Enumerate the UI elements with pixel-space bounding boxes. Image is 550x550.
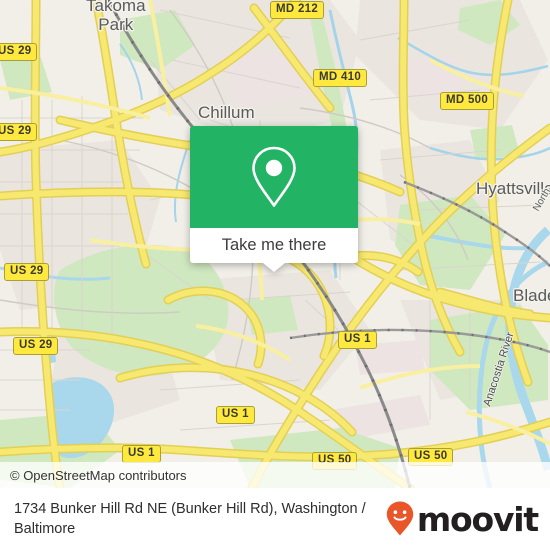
shield-us-1-3: US 1 <box>122 445 161 463</box>
shield-us-1-1: US 1 <box>338 331 377 349</box>
osm-attribution-text[interactable]: © OpenStreetMap contributors <box>0 468 187 483</box>
moovit-smiley-pin-icon <box>386 501 414 536</box>
osm-attribution-bar: © OpenStreetMap contributors <box>0 462 550 488</box>
shield-us-29-2: US 29 <box>0 123 38 141</box>
address-text: 1734 Bunker Hill Rd NE (Bunker Hill Rd),… <box>14 501 366 537</box>
card-action-area[interactable]: Take me there <box>190 228 358 272</box>
take-me-there-card[interactable]: Take me there <box>190 126 358 272</box>
shield-us-29-3: US 29 <box>4 263 50 281</box>
map-pin-icon <box>252 146 296 207</box>
shield-us-29-1: US 29 <box>0 43 38 61</box>
footer-bar: 1734 Bunker Hill Rd NE (Bunker Hill Rd),… <box>0 488 550 550</box>
moovit-logo[interactable]: moovit <box>385 499 539 539</box>
shield-md-500: MD 500 <box>440 92 495 110</box>
shield-md-212: MD 212 <box>270 1 325 19</box>
shield-us-1-2: US 1 <box>216 406 255 424</box>
shield-md-410: MD 410 <box>313 69 368 87</box>
card-icon-area <box>190 126 358 228</box>
take-me-there-label: Take me there <box>221 236 327 254</box>
card-pointer-tail <box>263 263 285 272</box>
moovit-location-card-screenshot: Takoma Park Chillum Hyattsville Blade An… <box>0 0 550 550</box>
shield-us-29-4: US 29 <box>13 337 59 355</box>
moovit-wordmark: moovit <box>416 499 539 539</box>
